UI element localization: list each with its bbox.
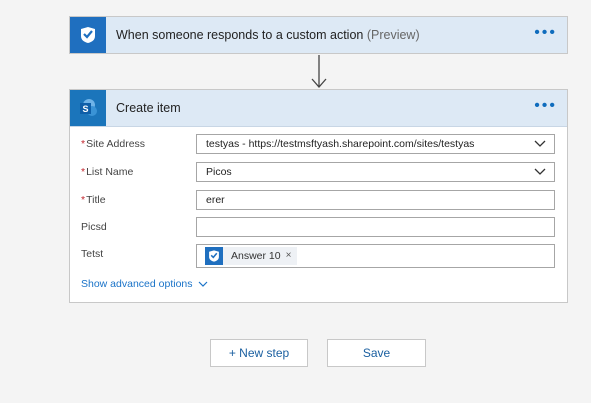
site-address-label: *Site Address: [81, 138, 145, 150]
tetst-input[interactable]: Answer 10 ×: [196, 244, 555, 268]
required-marker: *: [81, 194, 86, 206]
trigger-title-text: When someone responds to a custom action: [116, 28, 364, 42]
site-address-label-text: Site Address: [86, 138, 146, 150]
required-marker: *: [81, 138, 86, 150]
list-name-value: Picos: [206, 166, 232, 178]
preview-tag: (Preview): [366, 28, 420, 42]
field-row-picsd: Picsd: [70, 217, 567, 239]
flow-check-icon: [205, 247, 223, 265]
list-name-label: *List Name: [81, 166, 133, 178]
trigger-header[interactable]: When someone responds to a custom action…: [70, 17, 567, 53]
site-address-dropdown[interactable]: testyas - https://testmsftyash.sharepoin…: [196, 134, 555, 154]
dynamic-content-token[interactable]: Answer 10 ×: [205, 247, 298, 265]
token-remove-button[interactable]: ×: [286, 247, 292, 265]
field-row-tetst: Tetst Answer 10 ×: [70, 244, 567, 268]
field-row-title: *Title erer: [70, 190, 567, 212]
chevron-down-icon[interactable]: [534, 138, 546, 150]
tetst-label: Tetst: [81, 248, 104, 260]
title-input[interactable]: erer: [196, 190, 555, 210]
field-row-list-name: *List Name Picos: [70, 162, 567, 184]
connector-arrow-icon: [311, 55, 327, 88]
chevron-down-icon: [198, 281, 208, 288]
trigger-more-button[interactable]: •••: [534, 25, 557, 41]
create-item-card[interactable]: S Create item ••• *Site Address testyas …: [69, 89, 568, 303]
trigger-title: When someone responds to a custom action…: [116, 28, 420, 42]
title-label-text: Title: [86, 194, 106, 206]
required-marker: *: [81, 166, 86, 178]
svg-text:S: S: [82, 104, 88, 114]
field-row-site-address: *Site Address testyas - https://testmsft…: [70, 134, 567, 156]
title-label: *Title: [81, 194, 106, 206]
save-button[interactable]: Save: [327, 339, 426, 367]
picsd-input[interactable]: [196, 217, 555, 237]
flow-check-icon: [70, 17, 106, 53]
list-name-label-text: List Name: [86, 166, 134, 178]
list-name-dropdown[interactable]: Picos: [196, 162, 555, 182]
create-item-title: Create item: [116, 101, 181, 115]
show-advanced-options-link[interactable]: Show advanced options: [81, 278, 208, 290]
sharepoint-icon: S: [70, 90, 106, 126]
new-step-button[interactable]: + New step: [210, 339, 308, 367]
create-item-more-button[interactable]: •••: [534, 98, 557, 114]
chevron-down-icon[interactable]: [534, 166, 546, 178]
title-value: erer: [206, 194, 225, 206]
picsd-label: Picsd: [81, 221, 107, 233]
token-label: Answer 10: [231, 250, 281, 262]
trigger-card[interactable]: When someone responds to a custom action…: [69, 16, 568, 54]
site-address-value: testyas - https://testmsftyash.sharepoin…: [206, 138, 475, 150]
show-advanced-options-text: Show advanced options: [81, 278, 193, 290]
create-item-header[interactable]: S Create item •••: [70, 90, 567, 127]
